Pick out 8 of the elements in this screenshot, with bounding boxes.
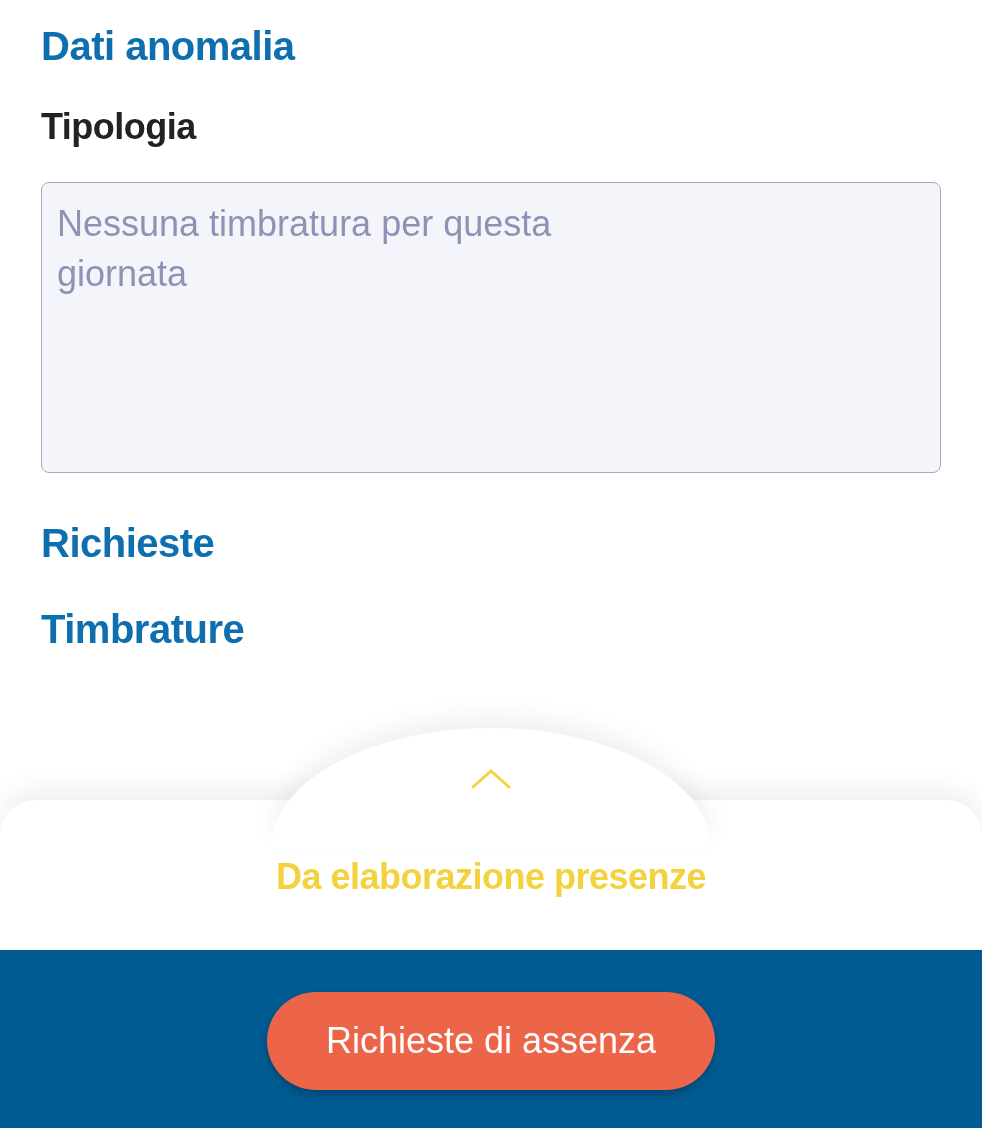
sheet-subtitle: Da elaborazione presenze	[274, 855, 708, 899]
absence-requests-button[interactable]: Richieste di assenza	[267, 992, 715, 1090]
field-label: Tipologia	[41, 105, 198, 149]
section-heading[interactable]: Richieste	[41, 519, 941, 567]
section-heading[interactable]: Timbrature	[41, 605, 941, 653]
section-heading: Dati anomalia	[41, 23, 297, 70]
text-area[interactable]: Nessuna timbratura per questa giornata	[41, 182, 941, 473]
chevron-up-icon[interactable]	[470, 768, 512, 790]
